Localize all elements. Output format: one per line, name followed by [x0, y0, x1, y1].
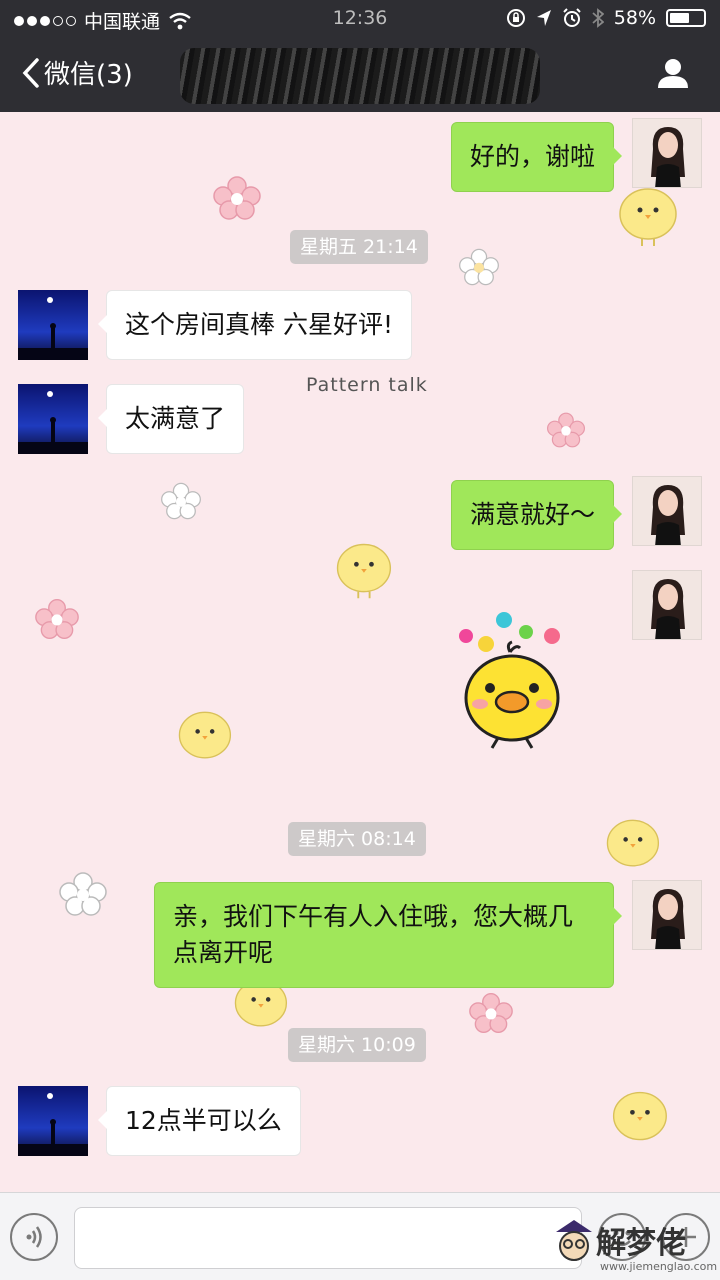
night-sky-photo-icon — [18, 297, 88, 360]
avatar-self[interactable] — [632, 880, 702, 950]
timestamp: 星期六 08:14 — [288, 822, 426, 856]
watermark-text: 解梦佬 — [596, 1226, 686, 1261]
message-text: 好的，谢啦 — [469, 142, 595, 171]
alarm-icon — [563, 8, 581, 27]
message-bubble-outgoing[interactable]: 好的，谢啦 — [450, 122, 623, 192]
back-button[interactable]: 微信(3) — [22, 54, 133, 91]
chat-area[interactable]: Pattern talk 好的，谢啦 星期五 21:14 这个房间真棒 六星好评… — [0, 112, 720, 1192]
flower-icon — [35, 598, 79, 640]
person-photo-icon — [651, 889, 685, 949]
chick-icon — [178, 711, 232, 759]
flower-icon — [459, 248, 499, 286]
message-bubble-incoming[interactable]: 太满意了 — [97, 384, 245, 454]
message-text: 亲，我们下午有人入住哦，您大概几点离开呢 — [173, 902, 574, 967]
location-icon — [536, 10, 551, 26]
bluetooth-icon — [592, 8, 604, 28]
person-photo-icon — [651, 127, 685, 187]
message-bubble-incoming[interactable]: 12点半可以么 — [98, 1086, 301, 1156]
flower-icon — [59, 872, 107, 916]
avatar-contact[interactable] — [18, 384, 88, 454]
status-bar: 中国联通 12:36 58% — [0, 0, 720, 38]
voice-button[interactable] — [10, 1213, 58, 1261]
night-sky-photo-icon — [18, 1093, 88, 1156]
person-photo-icon — [651, 485, 685, 545]
flower-icon — [161, 482, 201, 520]
flower-icon — [469, 992, 513, 1034]
sticker-chick-flowers[interactable] — [452, 606, 568, 752]
chick-icon — [606, 819, 660, 867]
timestamp: 星期六 10:09 — [288, 1028, 426, 1062]
message-input[interactable] — [74, 1207, 582, 1269]
battery-icon — [666, 9, 706, 27]
message-text: 这个房间真棒 六星好评! — [125, 310, 393, 339]
message-bubble-incoming[interactable]: 这个房间真棒 六星好评! — [98, 290, 412, 360]
chick-icon — [612, 1091, 667, 1141]
back-chevron-icon — [22, 57, 39, 88]
flower-icon — [213, 176, 261, 220]
battery-percent: 58% — [613, 7, 656, 29]
voice-icon — [26, 1226, 42, 1248]
wallpaper-text: Pattern talk — [306, 374, 428, 396]
message-bubble-outgoing[interactable]: 满意就好～ — [450, 480, 623, 550]
lock-rotation-icon — [506, 9, 525, 27]
message-text: 12点半可以么 — [125, 1106, 282, 1135]
watermark-url: www.jiemenglao.com — [600, 1260, 718, 1273]
timestamp: 星期五 21:14 — [290, 230, 428, 264]
nav-bar: 微信(3) — [0, 38, 720, 112]
message-text: 满意就好～ — [469, 500, 595, 529]
message-text: 太满意了 — [125, 404, 226, 433]
avatar-self[interactable] — [632, 570, 702, 640]
chat-info-button[interactable] — [656, 56, 690, 94]
message-bubble-outgoing[interactable]: 亲，我们下午有人入住哦，您大概几点离开呢 — [154, 882, 622, 988]
avatar-contact[interactable] — [18, 1086, 88, 1156]
avatar-self[interactable] — [632, 476, 702, 546]
status-right: 58% — [506, 7, 706, 29]
avatar-contact[interactable] — [18, 290, 88, 360]
flower-icon — [547, 412, 585, 448]
chick-icon — [619, 188, 677, 246]
avatar-self[interactable] — [632, 118, 702, 188]
redacted-title — [180, 48, 540, 104]
chick-icon — [336, 543, 392, 599]
person-photo-icon — [651, 579, 685, 639]
back-label: 微信(3) — [44, 60, 133, 90]
person-icon — [658, 59, 688, 88]
night-sky-photo-icon — [18, 391, 88, 454]
